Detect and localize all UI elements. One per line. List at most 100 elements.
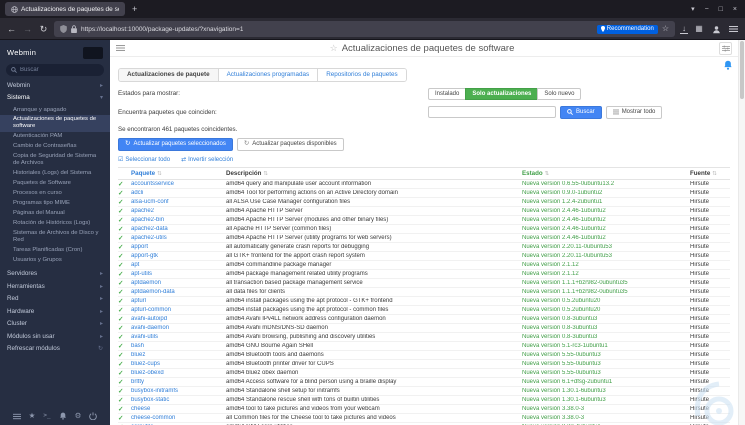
sidebar-item-paginas-del-manual[interactable]: Páginas del Manual (0, 209, 110, 219)
package-link[interactable]: apache2-utils (131, 235, 226, 241)
invert-selection-link[interactable]: ⇄ Invertir selección (181, 156, 233, 164)
account-icon[interactable] (710, 25, 722, 34)
favorite-star-icon[interactable]: ☆ (330, 43, 338, 54)
close-button[interactable]: × (733, 6, 737, 13)
package-link[interactable]: bluez (131, 352, 226, 358)
package-link[interactable]: accountsservice (131, 181, 226, 187)
package-link[interactable]: alsa-ucm-conf (131, 199, 226, 205)
package-link[interactable]: apt-utils (131, 271, 226, 277)
update-available-button[interactable]: ↻ Actualizar paquetes disponibles (236, 137, 344, 151)
row-checkbox[interactable]: ✓ (118, 198, 131, 206)
sidebar-section-herramientas[interactable]: Herramientas ▸ (0, 280, 110, 293)
select-all-link[interactable]: ☑ Seleccionar todo (118, 156, 170, 164)
sidebar-search-input[interactable] (20, 67, 99, 73)
estado-option-solo-nuevo[interactable]: Solo nuevo (537, 87, 582, 100)
lock-icon[interactable] (71, 25, 77, 33)
sidebar-item-paquetes-de-software[interactable]: Paquetes de Software (0, 179, 110, 189)
gear-icon[interactable]: ⚙ (75, 412, 82, 420)
row-checkbox[interactable]: ✓ (118, 342, 131, 350)
sidebar-section-refrescar-modulos[interactable]: Refrescar módulos ↻ (0, 342, 110, 355)
collapse-menu-icon[interactable] (12, 413, 21, 420)
row-checkbox[interactable]: ✓ (118, 405, 131, 413)
package-link[interactable]: busybox-static (131, 397, 226, 403)
favorites-star-icon[interactable]: ★ (29, 412, 36, 420)
package-link[interactable]: apturl (131, 298, 226, 304)
row-checkbox[interactable]: ✓ (118, 333, 131, 341)
package-link[interactable]: apport-gtk (131, 253, 226, 259)
sidebar-search[interactable] (6, 64, 104, 76)
package-link[interactable]: cheese (131, 406, 226, 412)
sidebar-section-hardware[interactable]: Hardware ▸ (0, 305, 110, 318)
row-checkbox[interactable]: ✓ (118, 378, 131, 386)
extensions-icon[interactable]: ▦ (693, 25, 705, 33)
row-checkbox[interactable]: ✓ (118, 279, 131, 287)
sidebar-section-sistema[interactable]: Sistema ▾ (0, 92, 110, 105)
sidebar-item-autenticacion-pam[interactable]: Autenticación PAM (0, 132, 110, 142)
estado-option-solo-actualizaciones[interactable]: Solo actualizaciones (465, 87, 539, 100)
new-tab-button[interactable]: + (132, 4, 137, 14)
mostrar-todo-button[interactable]: Mostrar todo (605, 105, 663, 119)
notifications-bell-icon[interactable] (723, 60, 733, 70)
bell-icon[interactable] (59, 412, 67, 420)
row-checkbox[interactable]: ✓ (118, 396, 131, 404)
tab-actualizaciones-de-paquete[interactable]: Actualizaciones de paquete (119, 68, 218, 81)
browser-tab[interactable]: Actualizaciones de paquetes de software (5, 2, 125, 16)
tab-repositorios-de-paquetes[interactable]: Repositorios de paquetes (317, 68, 406, 81)
column-header-estado[interactable]: Estado ⇅ (522, 170, 690, 177)
sidebar-item-sistemas-de-archivos-de-disco-y-red[interactable]: Sistemas de Archivos de Disco y Red (0, 229, 110, 246)
sidebar-item-usuarios-y-grupos[interactable]: Usuarios y Grupos (0, 256, 110, 266)
buscar-button[interactable]: Buscar (560, 105, 602, 119)
row-checkbox[interactable]: ✓ (118, 180, 131, 188)
sidebar-item-historiales-logs-del-sistema[interactable]: Historiales (Logs) del Sistema (0, 169, 110, 179)
row-checkbox[interactable]: ✓ (118, 414, 131, 422)
sidebar-item-actualizaciones-de-paquetes-de-software[interactable]: Actualizaciones de paquetes de software (0, 114, 110, 132)
row-checkbox[interactable]: ✓ (118, 189, 131, 197)
column-header-descripcion[interactable]: Descripción ⇅ (226, 170, 522, 177)
row-checkbox[interactable]: ✓ (118, 315, 131, 323)
terminal-icon[interactable]: >_ (43, 413, 50, 419)
row-checkbox[interactable]: ✓ (118, 297, 131, 305)
forward-icon[interactable]: → (22, 24, 33, 34)
sidebar-item-cambio-de-contrasenas[interactable]: Cambio de Contraseñas (0, 142, 110, 152)
url-bar[interactable]: https://localhost:10000/package-updates/… (54, 21, 675, 37)
row-checkbox[interactable]: ✓ (118, 261, 131, 269)
update-selected-button[interactable]: ↻ Actualizar paquetes seleccionados (118, 137, 233, 151)
package-link[interactable]: brltty (131, 379, 226, 385)
hamburger-icon[interactable] (116, 44, 125, 52)
scrollbar[interactable] (738, 40, 745, 425)
package-link[interactable]: apache2-data (131, 226, 226, 232)
package-link[interactable]: apache2 (131, 208, 226, 214)
power-icon[interactable] (89, 412, 98, 420)
row-checkbox[interactable]: ✓ (118, 360, 131, 368)
sidebar-section-cluster[interactable]: Cluster ▸ (0, 317, 110, 330)
menu-icon[interactable] (727, 25, 739, 33)
row-checkbox[interactable]: ✓ (118, 324, 131, 332)
package-link[interactable]: apturl-common (131, 307, 226, 313)
row-checkbox[interactable]: ✓ (118, 252, 131, 260)
back-icon[interactable]: ← (6, 24, 17, 34)
list-tabs-icon[interactable]: ▾ (691, 5, 695, 13)
downloads-icon[interactable]: ↓ (680, 24, 688, 34)
package-link[interactable]: apt (131, 262, 226, 268)
package-link[interactable]: aptdaemon (131, 280, 226, 286)
sidebar-item-copia-de-seguridad-de-sistema-de-archivos[interactable]: Copia de Seguridad de Sistema de Archivo… (0, 152, 110, 169)
sidebar-item-procesos-en-curso[interactable]: Procesos en curso (0, 189, 110, 199)
minimize-button[interactable]: − (705, 6, 709, 13)
tab-actualizaciones-programadas[interactable]: Actualizaciones programadas (217, 68, 318, 81)
package-link[interactable]: apache2-bin (131, 217, 226, 223)
row-checkbox[interactable]: ✓ (118, 243, 131, 251)
column-header-paquete[interactable]: Paquete ⇅ (131, 170, 226, 177)
package-link[interactable]: cheese-common (131, 415, 226, 421)
package-link[interactable]: bluez-obexd (131, 370, 226, 376)
row-checkbox[interactable]: ✓ (118, 207, 131, 215)
sidebar-section-webmin[interactable]: Webmin ▸ (0, 79, 110, 92)
row-checkbox[interactable]: ✓ (118, 216, 131, 224)
sidebar-section-servidores[interactable]: Servidores ▸ (0, 267, 110, 280)
package-link[interactable]: adcli (131, 190, 226, 196)
row-checkbox[interactable]: ✓ (118, 306, 131, 314)
recommendation-chip[interactable]: Recommendation (596, 24, 658, 34)
package-link[interactable]: busybox-initramfs (131, 388, 226, 394)
sidebar-section-red[interactable]: Red ▸ (0, 292, 110, 305)
row-checkbox[interactable]: ✓ (118, 234, 131, 242)
package-link[interactable]: bash (131, 343, 226, 349)
